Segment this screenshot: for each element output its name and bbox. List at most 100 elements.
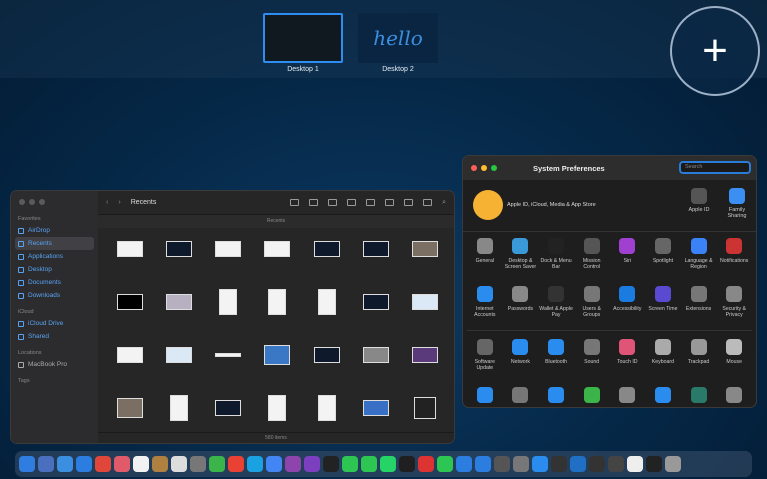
dock-app-icon[interactable]	[589, 456, 605, 472]
pane-siri[interactable]: Siri	[610, 236, 646, 279]
column-view-icon[interactable]	[328, 199, 338, 206]
dock-app-icon[interactable]	[19, 456, 35, 472]
pane-spotlight[interactable]: Spotlight	[645, 236, 681, 279]
dock-app-icon[interactable]	[190, 456, 206, 472]
family-sharing-pane[interactable]: Family Sharing	[719, 188, 755, 219]
file-thumbnail[interactable]	[258, 341, 297, 369]
dock-app-icon[interactable]	[209, 456, 225, 472]
file-thumbnail[interactable]	[209, 394, 248, 422]
pane-extensions[interactable]: Extensions	[681, 284, 717, 327]
finder-window[interactable]: Favorites AirDrop Recents Applications D…	[10, 190, 455, 444]
dock-app-icon[interactable]	[361, 456, 377, 472]
dock-app-icon[interactable]	[95, 456, 111, 472]
sidebar-item-macbook-pro[interactable]: MacBook Pro	[11, 358, 98, 371]
forward-chevron-icon[interactable]: ›	[118, 199, 120, 206]
dock-app-icon[interactable]	[513, 456, 529, 472]
close-icon[interactable]	[19, 199, 25, 205]
pane-software-update[interactable]: Software Update	[467, 337, 503, 380]
dock-app-icon[interactable]	[152, 456, 168, 472]
dock-app-icon[interactable]	[570, 456, 586, 472]
file-thumbnail[interactable]	[209, 341, 248, 369]
pane-language-region[interactable]: Language & Region	[681, 236, 717, 279]
desktop-2-label[interactable]: Desktop 2	[348, 66, 448, 73]
pane-network[interactable]: Network	[503, 337, 539, 380]
file-thumbnail[interactable]	[356, 235, 395, 263]
avatar[interactable]	[473, 190, 503, 220]
dock-app-icon[interactable]	[418, 456, 434, 472]
file-thumbnail[interactable]	[159, 235, 198, 263]
share-icon[interactable]	[385, 199, 395, 206]
pane-internet-accounts[interactable]: Internet Accounts	[467, 284, 503, 327]
file-thumbnail[interactable]	[159, 394, 198, 422]
sidebar-item-downloads[interactable]: Downloads	[11, 289, 98, 302]
dock-app-icon[interactable]	[532, 456, 548, 472]
pane-sharing[interactable]: Sharing	[645, 385, 681, 407]
file-thumbnail[interactable]	[110, 235, 149, 263]
file-thumbnail[interactable]	[258, 235, 297, 263]
dock-app-icon[interactable]	[114, 456, 130, 472]
minimize-icon[interactable]	[481, 165, 487, 171]
file-thumbnail[interactable]	[209, 235, 248, 263]
group-icon[interactable]	[366, 199, 376, 206]
tag-icon[interactable]	[404, 199, 414, 206]
file-thumbnail[interactable]	[209, 288, 248, 316]
dock-app-icon[interactable]	[551, 456, 567, 472]
minimize-icon[interactable]	[29, 199, 35, 205]
system-preferences-window[interactable]: System Preferences Search Apple ID, iClo…	[462, 155, 757, 408]
sidebar-item-applications[interactable]: Applications	[11, 250, 98, 263]
apple-id-pane[interactable]: Apple ID	[681, 188, 717, 213]
pane-wallet-apple-pay[interactable]: Wallet & Apple Pay	[538, 284, 574, 327]
pane-sound[interactable]: Sound	[574, 337, 610, 380]
close-icon[interactable]	[471, 165, 477, 171]
sidebar-item-documents[interactable]: Documents	[11, 276, 98, 289]
action-menu-icon[interactable]	[423, 199, 433, 206]
sidebar-item-icloud-drive[interactable]: iCloud Drive	[11, 317, 98, 330]
apple-id-banner[interactable]: Apple ID, iCloud, Media & App Store Appl…	[463, 180, 756, 232]
file-thumbnail[interactable]	[406, 341, 445, 369]
pane-desktop-screen-saver[interactable]: Desktop & Screen Saver	[503, 236, 539, 279]
pane-touch-id[interactable]: Touch ID	[610, 337, 646, 380]
pane-security-privacy[interactable]: Security & Privacy	[716, 284, 752, 327]
dock-app-icon[interactable]	[627, 456, 643, 472]
file-thumbnail[interactable]	[307, 235, 346, 263]
dock-app-icon[interactable]	[304, 456, 320, 472]
pane-printers-scanners[interactable]: Printers & Scanners	[503, 385, 539, 407]
file-thumbnail[interactable]	[356, 288, 395, 316]
pane-battery[interactable]: Battery	[574, 385, 610, 407]
pane-notifications[interactable]: Notifications	[716, 236, 752, 279]
dock-app-icon[interactable]	[342, 456, 358, 472]
file-thumbnail[interactable]	[307, 341, 346, 369]
file-thumbnail[interactable]	[159, 288, 198, 316]
pane-displays[interactable]: Displays	[467, 385, 503, 407]
back-chevron-icon[interactable]: ‹	[106, 199, 108, 206]
dock-app-icon[interactable]	[399, 456, 415, 472]
dock-app-icon[interactable]	[266, 456, 282, 472]
pane-general[interactable]: General	[467, 236, 503, 279]
desktop-2-thumbnail[interactable]: hello	[358, 13, 438, 63]
dock-app-icon[interactable]	[323, 456, 339, 472]
pane-time-machine[interactable]: Time Machine	[681, 385, 717, 407]
file-thumbnail[interactable]	[406, 288, 445, 316]
zoom-icon[interactable]	[39, 199, 45, 205]
list-view-icon[interactable]	[309, 199, 319, 206]
dock-app-icon[interactable]	[646, 456, 662, 472]
dock-app-icon[interactable]	[475, 456, 491, 472]
pane-mouse[interactable]: Mouse	[716, 337, 752, 380]
gallery-view-icon[interactable]	[347, 199, 357, 206]
search-input[interactable]: Search	[679, 161, 751, 174]
sidebar-item-airdrop[interactable]: AirDrop	[11, 224, 98, 237]
dock-app-icon[interactable]	[285, 456, 301, 472]
pane-sidecar[interactable]: Sidecar	[538, 385, 574, 407]
file-thumbnail[interactable]	[356, 341, 395, 369]
pane-startup-disk[interactable]: Startup Disk	[716, 385, 752, 407]
file-thumbnail[interactable]	[110, 341, 149, 369]
sidebar-item-recents[interactable]: Recents	[15, 237, 94, 250]
dock-app-icon[interactable]	[38, 456, 54, 472]
file-thumbnail[interactable]	[406, 394, 445, 422]
dock-app-icon[interactable]	[171, 456, 187, 472]
dock-app-icon[interactable]	[228, 456, 244, 472]
desktop-1-label[interactable]: Desktop 1	[253, 66, 353, 73]
pane-dock-menu-bar[interactable]: Dock & Menu Bar	[538, 236, 574, 279]
dock-app-icon[interactable]	[494, 456, 510, 472]
pane-keyboard[interactable]: Keyboard	[645, 337, 681, 380]
